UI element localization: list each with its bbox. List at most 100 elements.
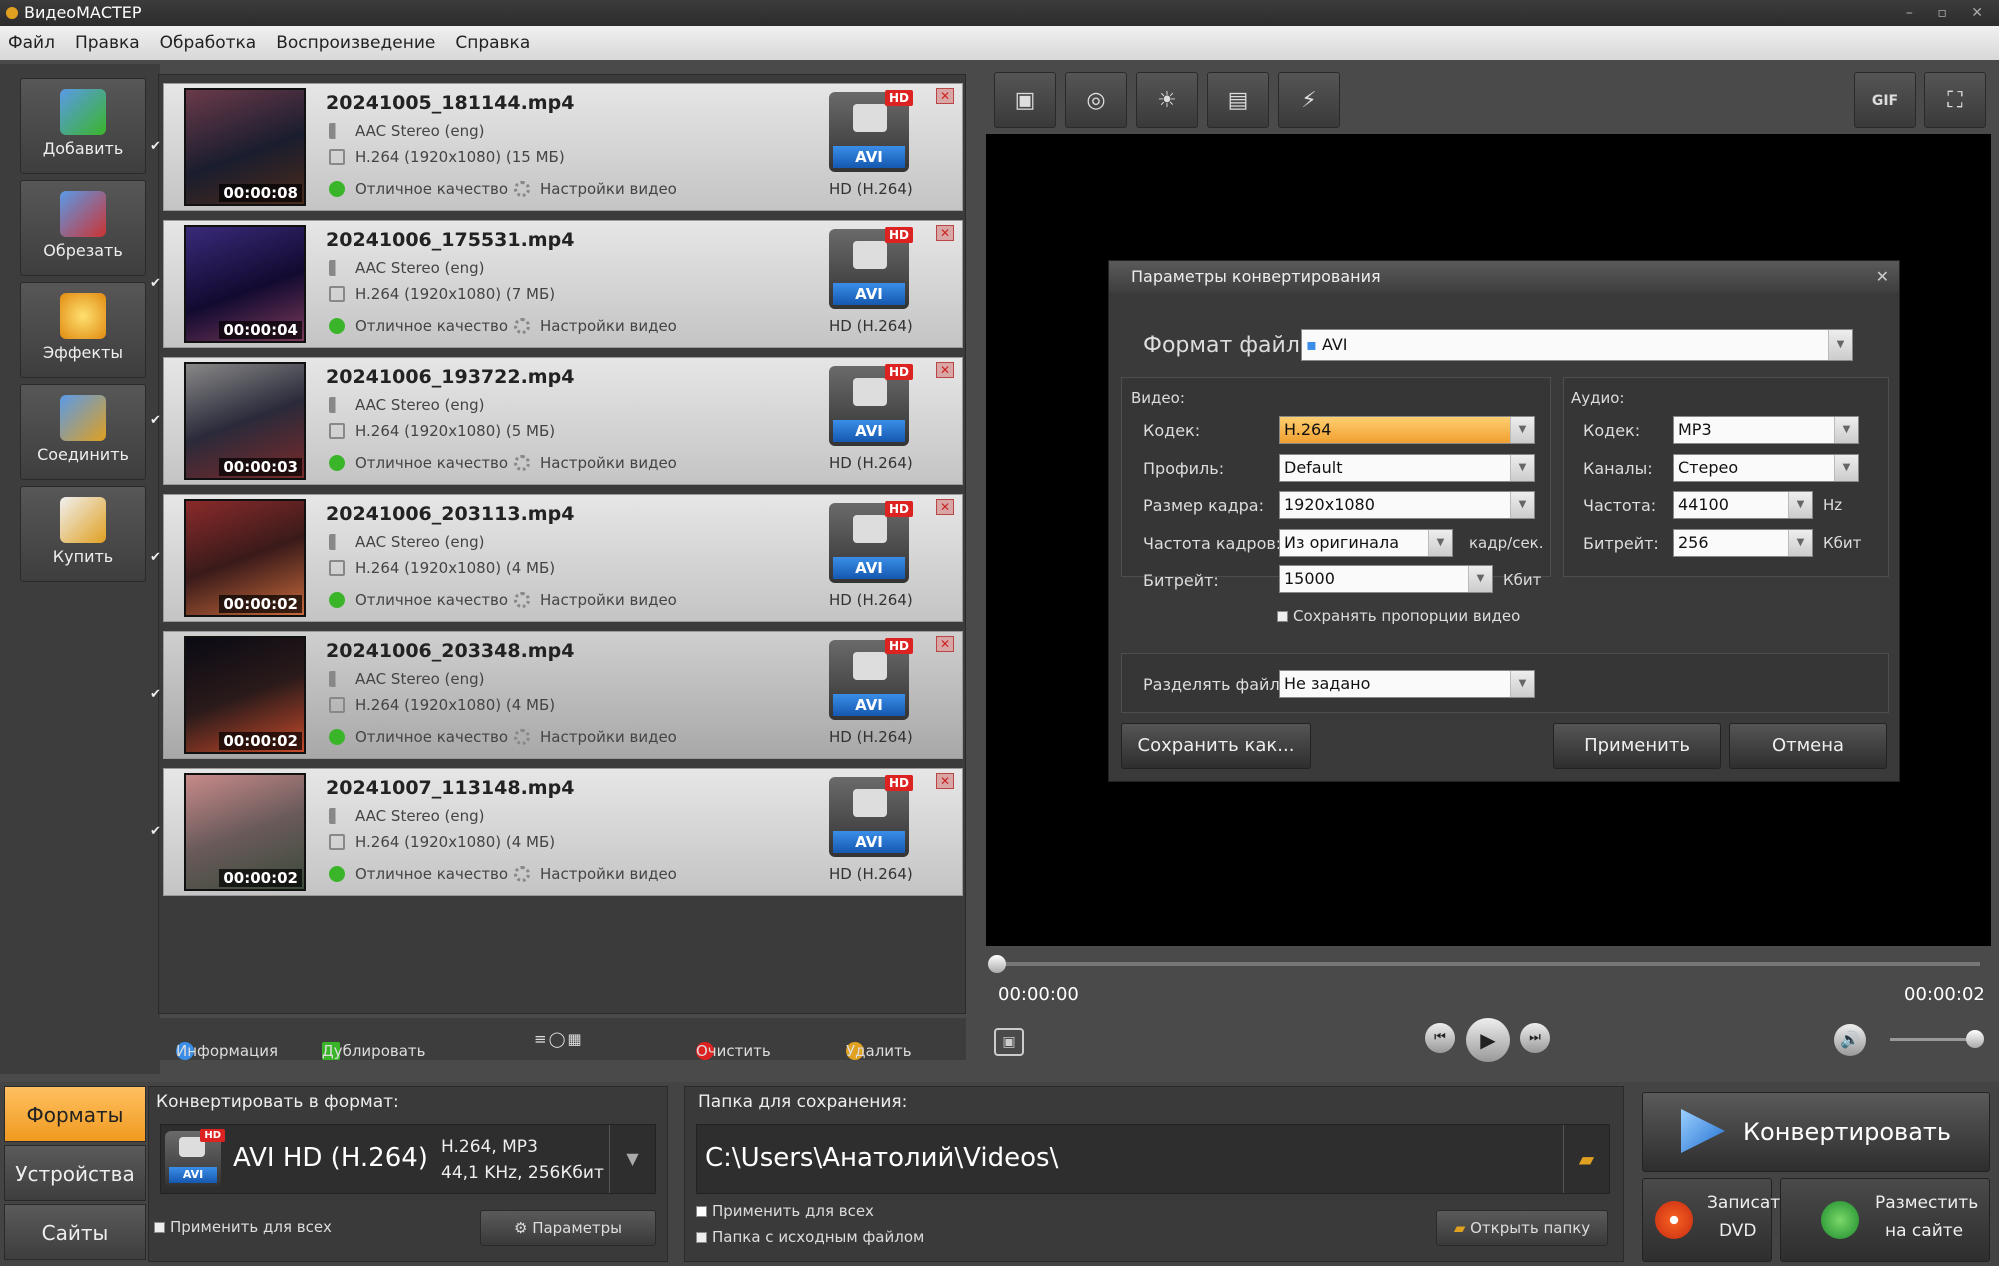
crop-button[interactable]: ▣: [994, 72, 1056, 128]
play-button[interactable]: ▶: [1466, 1018, 1510, 1062]
frequency-select[interactable]: 44100 ▼: [1673, 491, 1813, 519]
add-button[interactable]: Добавить: [20, 78, 146, 174]
speed-button[interactable]: ⚡: [1278, 72, 1340, 128]
chevron-down-icon[interactable]: ▼: [609, 1125, 655, 1193]
remove-file-button[interactable]: ✕: [936, 636, 954, 652]
remove-file-button[interactable]: ✕: [936, 88, 954, 104]
folder-path-field[interactable]: C:\Users\Анатолий\Videos\ ▰: [696, 1124, 1610, 1194]
file-checkbox[interactable]: ✔: [150, 824, 164, 839]
trim-button[interactable]: Обрезать: [20, 180, 146, 276]
split-select[interactable]: Не задано ▼: [1279, 670, 1535, 698]
tab-formats[interactable]: Форматы: [4, 1086, 146, 1142]
audio-codec-value: MP3: [1678, 420, 1712, 439]
format-badge[interactable]: HD AVI: [829, 364, 913, 446]
quality-info: Отличное качество: [329, 180, 508, 198]
file-checkbox[interactable]: ✔: [150, 413, 164, 428]
join-button[interactable]: Соединить: [20, 384, 146, 480]
format-badge[interactable]: HD AVI: [829, 775, 913, 857]
next-button[interactable]: ⏭: [1520, 1023, 1550, 1053]
apply-all-checkbox[interactable]: Применить для всех: [154, 1218, 332, 1236]
keep-ratio-checkbox[interactable]: Сохранять пропорции видео: [1277, 607, 1520, 625]
seek-handle[interactable]: [988, 955, 1006, 973]
format-badge[interactable]: HD AVI: [829, 501, 913, 583]
total-time: 00:00:02: [1904, 984, 1985, 1005]
video-settings-link[interactable]: Настройки видео: [514, 591, 677, 609]
video-settings-link[interactable]: Настройки видео: [514, 317, 677, 335]
audio-codec-select[interactable]: MP3 ▼: [1673, 416, 1859, 444]
file-checkbox[interactable]: ✔: [150, 550, 164, 565]
apply-all-folder-checkbox[interactable]: Применить для всех: [696, 1202, 874, 1220]
convert-button[interactable]: Конвертировать: [1642, 1092, 1990, 1172]
volume-button[interactable]: 🔊: [1834, 1024, 1866, 1056]
clear-label: Очистить: [696, 1042, 771, 1060]
file-item[interactable]: ✔ 00:00:02 20241006_203113.mp4 AAC Stere…: [150, 494, 963, 622]
video-settings-link[interactable]: Настройки видео: [514, 865, 677, 883]
burn-dvd-button[interactable]: Записать DVD: [1642, 1178, 1790, 1262]
file-checkbox[interactable]: ✔: [150, 139, 164, 154]
open-folder-button[interactable]: ▰ Открыть папку: [1436, 1210, 1608, 1246]
source-folder-checkbox[interactable]: Папка с исходным файлом: [696, 1228, 924, 1246]
apply-button[interactable]: Применить: [1553, 723, 1721, 769]
file-item[interactable]: ✔ 00:00:03 20241006_193722.mp4 AAC Stere…: [150, 357, 963, 485]
publish-button[interactable]: Разместить на сайте: [1780, 1178, 1990, 1262]
remove-file-button[interactable]: ✕: [936, 499, 954, 515]
gif-button[interactable]: GIF: [1854, 72, 1916, 128]
profile-select[interactable]: Default ▼: [1279, 454, 1535, 482]
video-settings-link[interactable]: Настройки видео: [514, 454, 677, 472]
file-item[interactable]: ✔ 00:00:08 20241005_181144.mp4 AAC Stere…: [150, 83, 963, 211]
video-info: H.264 (1920x1080) (15 МБ): [329, 148, 565, 166]
file-checkbox[interactable]: ✔: [150, 276, 164, 291]
video-codec-select[interactable]: H.264 ▼: [1279, 416, 1535, 444]
cancel-button[interactable]: Отмена: [1729, 723, 1887, 769]
rotate-button[interactable]: ▤: [1207, 72, 1269, 128]
brightness-button[interactable]: ☀: [1136, 72, 1198, 128]
view-toggle[interactable]: ≡◯▦: [534, 1030, 584, 1048]
channels-label: Каналы:: [1583, 459, 1653, 478]
format-select[interactable]: ▪ AVI ▼: [1301, 329, 1853, 361]
file-checkbox[interactable]: ✔: [150, 687, 164, 702]
effects-button[interactable]: Эффекты: [20, 282, 146, 378]
remove-file-button[interactable]: ✕: [936, 773, 954, 789]
format-badge[interactable]: HD AVI: [829, 90, 913, 172]
target-format: HD (H.264): [829, 728, 913, 746]
frequency-label: Частота:: [1583, 496, 1657, 515]
format-badge[interactable]: HD AVI: [829, 638, 913, 720]
dialog-close-button[interactable]: ✕: [1876, 261, 1889, 293]
menu-help[interactable]: Справка: [455, 26, 530, 60]
audio-bitrate-select[interactable]: 256 ▼: [1673, 529, 1813, 557]
fullscreen-button[interactable]: ⛶: [1924, 72, 1986, 128]
apply-all-folder-label: Применить для всех: [712, 1202, 874, 1220]
video-settings-link[interactable]: Настройки видео: [514, 180, 677, 198]
seek-bar[interactable]: [992, 962, 1980, 966]
format-badge[interactable]: HD AVI: [829, 227, 913, 309]
window-controls[interactable]: – ▫ ✕: [1906, 0, 1993, 26]
menu-edit[interactable]: Правка: [75, 26, 140, 60]
browse-folder-icon[interactable]: ▰: [1563, 1125, 1609, 1193]
parameters-button[interactable]: ⚙ Параметры: [480, 1210, 656, 1246]
frame-size-select[interactable]: 1920x1080 ▼: [1279, 491, 1535, 519]
tab-sites[interactable]: Сайты: [4, 1204, 146, 1260]
save-as-button[interactable]: Сохранить как...: [1121, 723, 1311, 769]
audio-group-label: Аудио:: [1571, 389, 1625, 407]
channels-select[interactable]: Стерео ▼: [1673, 454, 1859, 482]
tab-devices[interactable]: Устройства: [4, 1145, 146, 1201]
menu-processing[interactable]: Обработка: [160, 26, 257, 60]
snapshot-small-button[interactable]: ▣: [994, 1028, 1024, 1056]
video-bitrate-input[interactable]: 15000 ▼: [1279, 565, 1493, 593]
remove-file-button[interactable]: ✕: [936, 362, 954, 378]
remove-file-button[interactable]: ✕: [936, 225, 954, 241]
parameters-label: Параметры: [532, 1219, 623, 1237]
duration: 00:00:02: [219, 732, 302, 750]
file-item[interactable]: ✔ 00:00:02 20241007_113148.mp4 AAC Stere…: [150, 768, 963, 896]
volume-handle[interactable]: [1966, 1030, 1984, 1048]
menu-playback[interactable]: Воспроизведение: [276, 26, 435, 60]
format-selector[interactable]: HD AVI AVI HD (H.264) H.264, MP3 44,1 KHz…: [160, 1124, 656, 1194]
previous-button[interactable]: ⏮: [1425, 1023, 1455, 1053]
buy-button[interactable]: Купить: [20, 486, 146, 582]
file-item[interactable]: ✔ 00:00:04 20241006_175531.mp4 AAC Stere…: [150, 220, 963, 348]
menu-file[interactable]: Файл: [8, 26, 55, 60]
video-settings-link[interactable]: Настройки видео: [514, 728, 677, 746]
fps-select[interactable]: Из оригинала ▼: [1279, 529, 1453, 557]
snapshot-button[interactable]: ◎: [1065, 72, 1127, 128]
file-item-selected[interactable]: ✔ 00:00:02 20241006_203348.mp4 AAC Stere…: [150, 631, 963, 759]
